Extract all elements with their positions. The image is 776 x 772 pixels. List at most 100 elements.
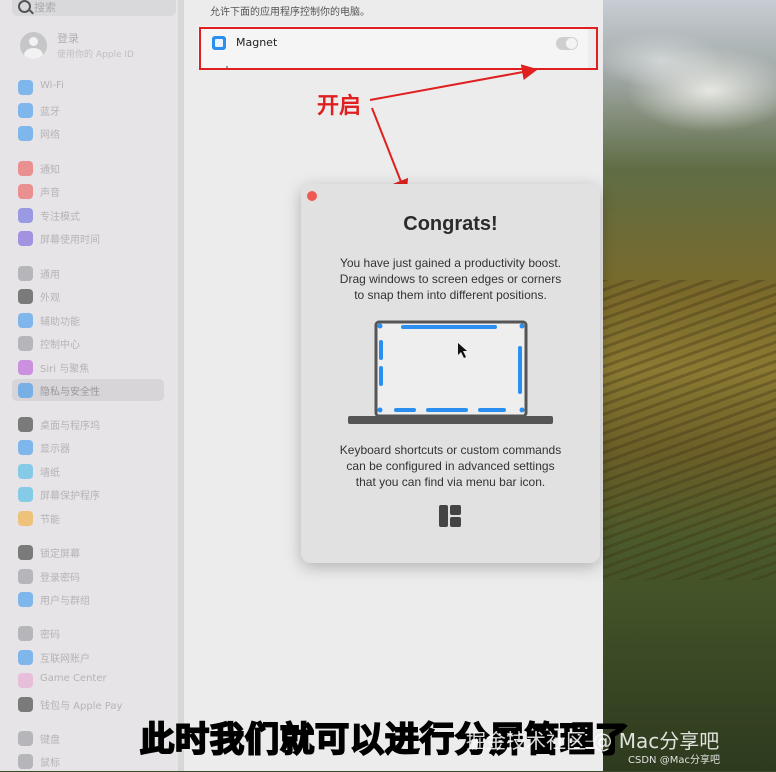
wallpaper-terraces [600, 280, 776, 580]
sidebar-item[interactable]: 显示器 [12, 436, 164, 458]
display-icon [18, 440, 33, 455]
sidebar-item[interactable]: 桌面与程序坞 [12, 413, 164, 435]
passwords-icon [18, 626, 33, 641]
sidebar-item[interactable]: 辅助功能 [12, 309, 164, 331]
dialog-title: Congrats! [403, 213, 498, 235]
sidebar-item[interactable]: 外观 [12, 285, 164, 307]
sidebar-item-label: 屏幕使用时间 [40, 235, 100, 246]
magnet-logo-icon [439, 505, 461, 527]
sidebar-item[interactable]: 通用 [12, 262, 164, 284]
avatar-icon [20, 32, 47, 59]
sidebar-item-label: 墙纸 [40, 468, 60, 479]
sidebar-item-label: 钱包与 Apple Pay [40, 701, 123, 712]
sidebar-item-label: 屏幕保护程序 [40, 491, 100, 502]
sidebar-item-label: Wi-Fi [40, 80, 64, 91]
sidebar-item-label: 声音 [40, 188, 60, 199]
sidebar-item[interactable]: 密码 [12, 622, 164, 644]
close-button[interactable] [307, 191, 317, 201]
sidebar-item-label: 控制中心 [40, 340, 80, 351]
subtitle-part-1: 此时我们就可以进行 [139, 719, 455, 761]
lock-screen-icon [18, 545, 33, 560]
sidebar-item-label: Siri 与聚焦 [40, 364, 90, 375]
magnet-welcome-dialog: Congrats! You have just gained a product… [301, 184, 600, 563]
sidebar-item[interactable]: 声音 [12, 180, 164, 202]
sidebar-item-label: 键盘 [40, 735, 60, 746]
accessibility-description: 允许下面的应用程序控制你的电脑。 [210, 7, 370, 18]
mouse-icon [18, 754, 33, 769]
annotation-label: 开启 [317, 94, 362, 119]
sidebar-item[interactable]: 互联网账户 [12, 646, 164, 668]
focus-icon [18, 208, 33, 223]
desktop-dock-icon [18, 417, 33, 432]
screen-time-icon [18, 231, 33, 246]
sound-icon [18, 184, 33, 199]
sidebar-item[interactable]: 网络 [12, 122, 164, 144]
sidebar-item-label: 密码 [40, 630, 60, 641]
accessibility-icon [18, 313, 33, 328]
sidebar-item-label: 登录密码 [40, 573, 80, 584]
dialog-shortcut-line-1: Keyboard shortcuts or custom commands [339, 443, 562, 457]
sidebar-item-label: 通知 [40, 165, 60, 176]
sidebar-item-label: 通用 [40, 270, 60, 281]
wallpaper-icon [18, 464, 33, 479]
sidebar-item-label: 辅助功能 [40, 317, 80, 328]
sidebar-item-label: 显示器 [40, 444, 70, 455]
sidebar-item-label: 节能 [40, 515, 60, 526]
wifi-icon [18, 80, 33, 95]
watermark-csdn: CSDN @Mac分享吧 [628, 755, 720, 766]
sidebar-item[interactable]: 墙纸 [12, 460, 164, 482]
login-subtitle: 使用你的 Apple ID [57, 50, 134, 60]
dialog-intro-line-1: You have just gained a productivity boos… [339, 256, 562, 270]
sidebar-item[interactable]: 专注模式 [12, 204, 164, 226]
sidebar-item[interactable]: Siri 与聚焦 [12, 356, 164, 378]
sidebar-item[interactable]: 屏幕使用时间 [12, 227, 164, 249]
desktop-wallpaper [600, 0, 776, 771]
dialog-intro-line-3: to snap them into different positions. [354, 288, 547, 302]
dialog-intro-line-2: Drag windows to screen edges or corners [339, 272, 562, 286]
sidebar-item-label: Game Center [40, 673, 107, 684]
search-placeholder: 搜索 [34, 1, 56, 14]
internet-accounts-icon [18, 650, 33, 665]
sidebar-item[interactable]: 屏幕保护程序 [12, 483, 164, 505]
users-icon [18, 592, 33, 607]
sidebar-item[interactable]: 登录密码 [12, 565, 164, 587]
sidebar-item[interactable]: 节能 [12, 507, 164, 529]
sidebar-item-label: 专注模式 [40, 212, 80, 223]
sidebar-item[interactable]: Wi-Fi [12, 76, 164, 98]
laptop-illustration [348, 320, 553, 424]
sidebar-item-label: 隐私与安全性 [40, 387, 100, 398]
sidebar-item-label: 互联网账户 [40, 654, 90, 665]
sidebar-item-label: 网络 [40, 130, 60, 141]
login-title: 登录 [57, 32, 79, 45]
highlight-box [199, 27, 598, 70]
screensaver-icon [18, 487, 33, 502]
privacy-icon [18, 383, 33, 398]
energy-icon [18, 511, 33, 526]
search-icon [18, 0, 31, 13]
control-center-icon [18, 336, 33, 351]
appearance-icon [18, 289, 33, 304]
notification-icon [18, 161, 33, 176]
sidebar-item-label: 用户与群组 [40, 596, 90, 607]
sidebar-item[interactable]: 控制中心 [12, 332, 164, 354]
search-field[interactable]: 搜索 [12, 0, 176, 16]
sidebar-item[interactable]: Game Center [12, 669, 164, 691]
keyboard-icon [18, 731, 33, 746]
bluetooth-icon [18, 103, 33, 118]
sidebar-item[interactable]: 隐私与安全性 [12, 379, 164, 401]
dialog-shortcut-line-3: that you can find via menu bar icon. [355, 475, 546, 489]
sidebar-item[interactable]: 通知 [12, 157, 164, 179]
sidebar-item-label: 鼠标 [40, 758, 60, 769]
game-center-icon [18, 673, 33, 688]
sidebar-item[interactable]: 蓝牙 [12, 99, 164, 121]
sidebar-item[interactable]: 用户与群组 [12, 588, 164, 610]
sidebar-item-label: 蓝牙 [40, 107, 60, 118]
sidebar: 搜索 登录 使用你的 Apple ID Wi-Fi 蓝牙网络通知声音专注模式屏幕使… [0, 0, 178, 771]
sidebar-item[interactable]: 锁定屏幕 [12, 541, 164, 563]
siri-icon [18, 360, 33, 375]
sidebar-item-label: 桌面与程序坞 [40, 421, 100, 432]
dialog-shortcut-line-2: can be configured in advanced settings [346, 459, 555, 473]
sidebar-item-label: 锁定屏幕 [40, 549, 80, 560]
login-password-icon [18, 569, 33, 584]
network-icon [18, 126, 33, 141]
